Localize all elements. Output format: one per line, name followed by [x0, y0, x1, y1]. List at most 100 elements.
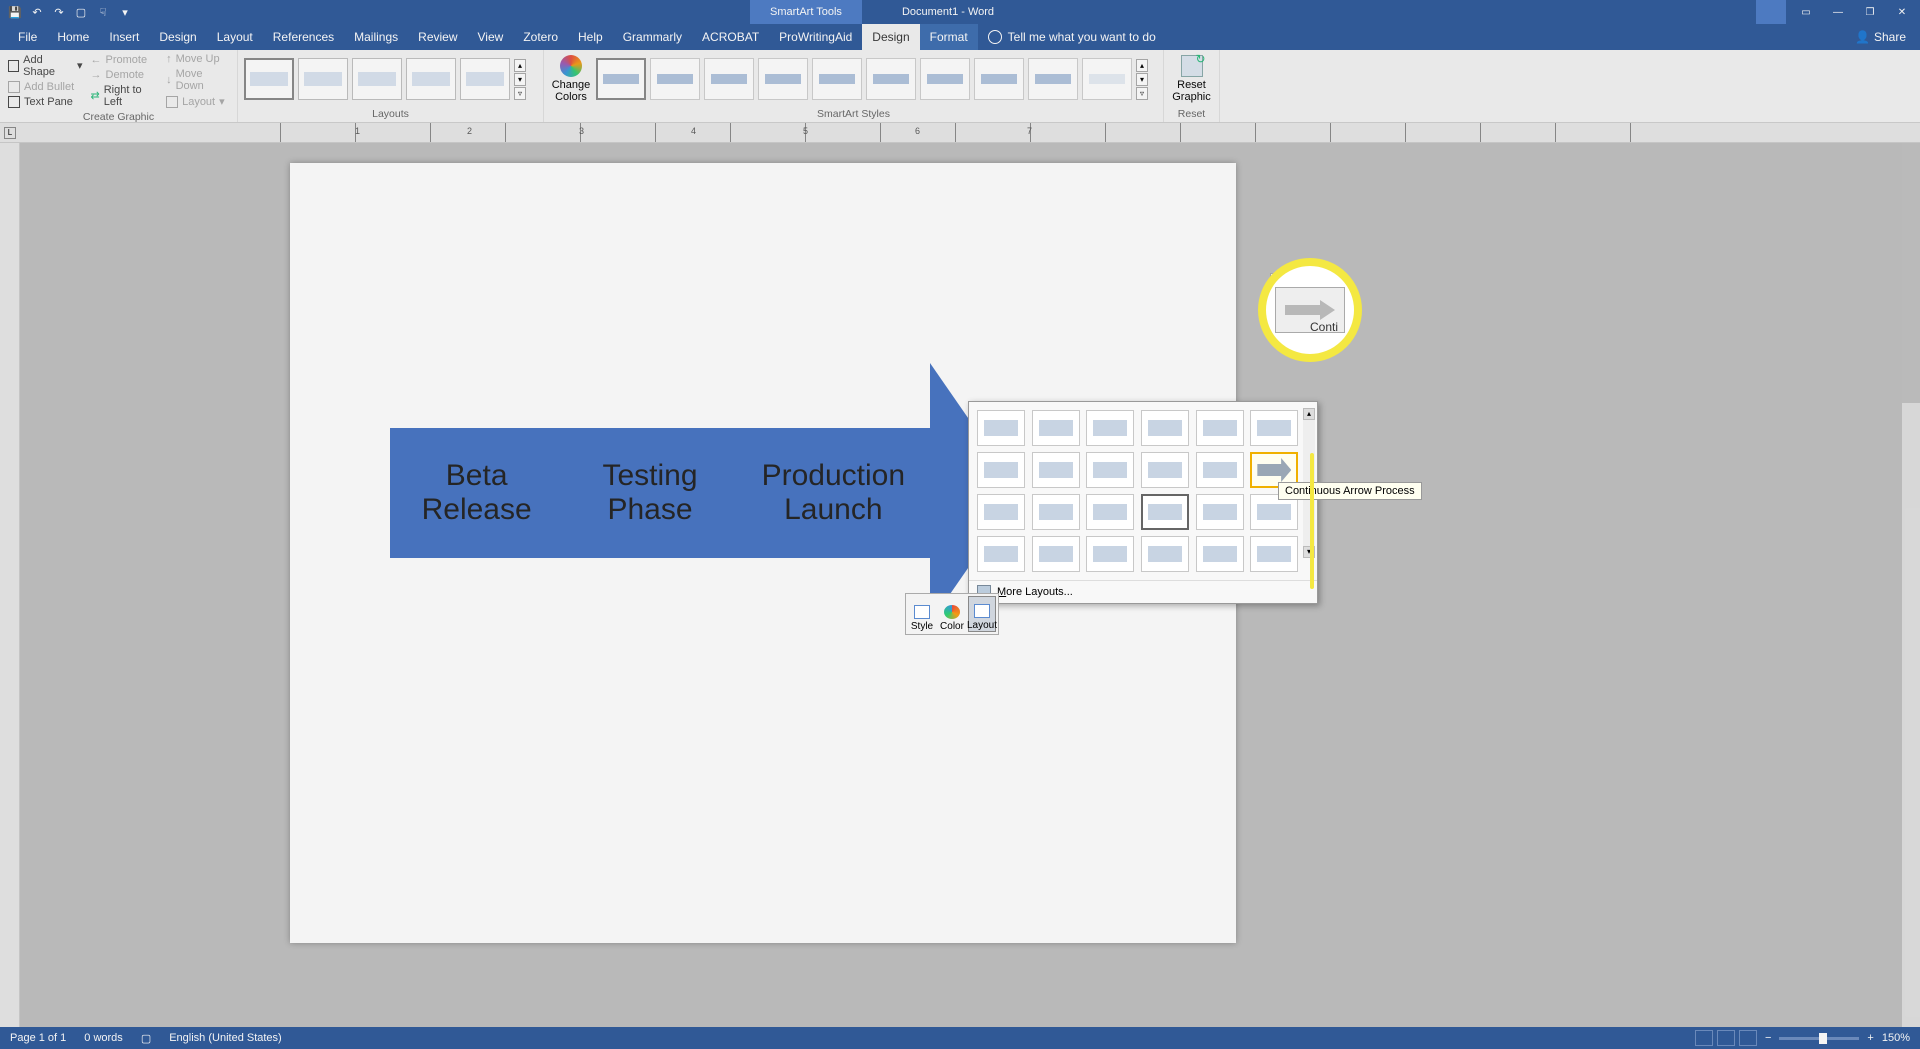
status-language[interactable]: English (United States): [169, 1032, 282, 1044]
mini-layout-button[interactable]: Layout: [968, 596, 996, 632]
style-option-9[interactable]: [1028, 58, 1078, 100]
gallery-item[interactable]: [1250, 536, 1298, 572]
view-web-layout-icon[interactable]: [1739, 1030, 1757, 1046]
vertical-scrollbar[interactable]: [1902, 143, 1920, 1027]
account-color-block[interactable]: [1756, 0, 1786, 24]
smartart-item-2[interactable]: Testing Phase: [580, 459, 720, 527]
scrollbar-thumb[interactable]: [1902, 143, 1920, 403]
layout-option-4[interactable]: [406, 58, 456, 100]
change-colors-button[interactable]: Change Colors: [550, 55, 592, 103]
style-option-5[interactable]: [812, 58, 862, 100]
gallery-item[interactable]: [1032, 410, 1080, 446]
touch-mode-icon[interactable]: ☟: [96, 5, 110, 19]
layout-option-2[interactable]: [298, 58, 348, 100]
style-option-7[interactable]: [920, 58, 970, 100]
view-print-layout-icon[interactable]: [1717, 1030, 1735, 1046]
maximize-icon[interactable]: ❐: [1856, 0, 1884, 24]
tab-references[interactable]: References: [263, 24, 344, 50]
gallery-item[interactable]: [1141, 452, 1189, 488]
layout-option-1[interactable]: [244, 58, 294, 100]
tab-insert[interactable]: Insert: [99, 24, 149, 50]
style-option-6[interactable]: [866, 58, 916, 100]
new-doc-icon[interactable]: ▢: [74, 5, 88, 19]
add-shape-button[interactable]: Add Shape ▾: [6, 53, 85, 79]
text-pane-button[interactable]: Text Pane: [6, 95, 85, 109]
tab-review[interactable]: Review: [408, 24, 467, 50]
gallery-item[interactable]: [977, 410, 1025, 446]
smartart-item-1[interactable]: Beta Release: [407, 459, 547, 527]
zoom-out-icon[interactable]: −: [1765, 1032, 1771, 1044]
gallery-item[interactable]: [977, 494, 1025, 530]
save-icon[interactable]: 💾: [8, 5, 22, 19]
status-proofing-icon[interactable]: ▢: [141, 1032, 151, 1045]
zoom-level[interactable]: 150%: [1882, 1032, 1910, 1044]
redo-icon[interactable]: ↷: [52, 5, 66, 19]
layouts-scroll-down-icon[interactable]: ▾: [514, 73, 526, 86]
tell-me-search[interactable]: Tell me what you want to do: [988, 30, 1156, 44]
gallery-scroll-up-icon[interactable]: ▴: [1303, 408, 1315, 420]
reset-graphic-button[interactable]: Reset Graphic: [1171, 55, 1213, 103]
qat-dropdown-icon[interactable]: ▾: [118, 5, 132, 19]
tab-file[interactable]: File: [8, 24, 47, 50]
gallery-item[interactable]: [1196, 410, 1244, 446]
gallery-item[interactable]: [1032, 452, 1080, 488]
tab-selector-icon[interactable]: L: [4, 127, 16, 139]
close-icon[interactable]: ✕: [1888, 0, 1916, 24]
view-read-mode-icon[interactable]: [1695, 1030, 1713, 1046]
tab-home[interactable]: Home: [47, 24, 99, 50]
status-page[interactable]: Page 1 of 1: [10, 1032, 66, 1044]
tab-acrobat[interactable]: ACROBAT: [692, 24, 769, 50]
tab-grammarly[interactable]: Grammarly: [613, 24, 692, 50]
gallery-item[interactable]: [1196, 452, 1244, 488]
style-option-8[interactable]: [974, 58, 1024, 100]
share-button[interactable]: 👤 Share: [1855, 30, 1906, 44]
smartart-graphic[interactable]: Beta Release Testing Phase Production La…: [390, 363, 1020, 623]
zoom-slider[interactable]: [1779, 1037, 1859, 1040]
layout-option-3[interactable]: [352, 58, 402, 100]
style-option-4[interactable]: [758, 58, 808, 100]
tab-design[interactable]: Design: [149, 24, 206, 50]
mini-color-button[interactable]: Color: [938, 596, 966, 632]
mini-style-button[interactable]: Style: [908, 596, 936, 632]
gallery-item[interactable]: [977, 536, 1025, 572]
styles-scroll-up-icon[interactable]: ▴: [1136, 59, 1148, 72]
gallery-item[interactable]: [1086, 536, 1134, 572]
gallery-item[interactable]: [1032, 536, 1080, 572]
gallery-item[interactable]: [1086, 494, 1134, 530]
smartart-item-3[interactable]: Production Launch: [753, 459, 913, 527]
style-option-10[interactable]: [1082, 58, 1132, 100]
tab-view[interactable]: View: [468, 24, 514, 50]
layouts-scroll-up-icon[interactable]: ▴: [514, 59, 526, 72]
tab-prowritingaid[interactable]: ProWritingAid: [769, 24, 862, 50]
gallery-item[interactable]: [1250, 410, 1298, 446]
layout-option-5[interactable]: [460, 58, 510, 100]
gallery-item[interactable]: [1086, 452, 1134, 488]
gallery-item[interactable]: [1141, 536, 1189, 572]
style-option-1[interactable]: [596, 58, 646, 100]
tab-mailings[interactable]: Mailings: [344, 24, 408, 50]
right-to-left-button[interactable]: ⇄ Right to Left: [89, 83, 161, 109]
tab-zotero[interactable]: Zotero: [513, 24, 568, 50]
gallery-item[interactable]: [977, 452, 1025, 488]
gallery-item[interactable]: [1141, 410, 1189, 446]
more-layouts-button[interactable]: More Layouts...: [969, 580, 1317, 603]
style-option-2[interactable]: [650, 58, 700, 100]
styles-more-icon[interactable]: ▿: [1136, 87, 1148, 100]
tab-layout[interactable]: Layout: [207, 24, 263, 50]
gallery-item[interactable]: [1086, 410, 1134, 446]
layouts-more-icon[interactable]: ▿: [514, 87, 526, 100]
gallery-item-selected[interactable]: [1141, 494, 1189, 530]
ribbon-display-icon[interactable]: ▭: [1792, 0, 1820, 24]
gallery-item[interactable]: [1032, 494, 1080, 530]
zoom-in-icon[interactable]: +: [1867, 1032, 1873, 1044]
gallery-item[interactable]: [1196, 494, 1244, 530]
style-option-3[interactable]: [704, 58, 754, 100]
tab-help[interactable]: Help: [568, 24, 613, 50]
undo-icon[interactable]: ↶: [30, 5, 44, 19]
gallery-item[interactable]: [1196, 536, 1244, 572]
minimize-icon[interactable]: —: [1824, 0, 1852, 24]
tab-smartart-design[interactable]: Design: [862, 24, 919, 50]
status-words[interactable]: 0 words: [84, 1032, 123, 1044]
tab-smartart-format[interactable]: Format: [920, 24, 978, 50]
styles-scroll-down-icon[interactable]: ▾: [1136, 73, 1148, 86]
